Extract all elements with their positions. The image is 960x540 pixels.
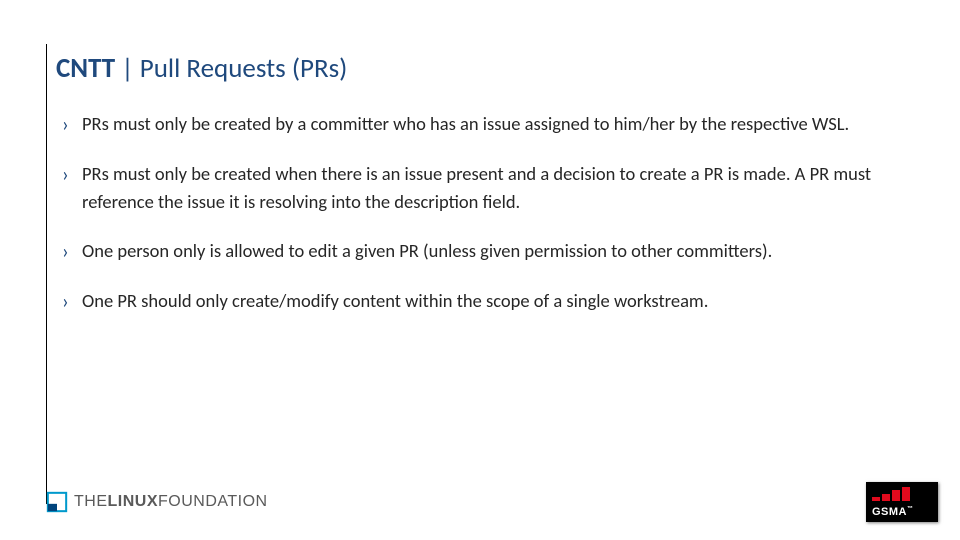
- list-item: One PR should only create/modify content…: [62, 287, 922, 315]
- list-item: PRs must only be created by a committer …: [62, 110, 922, 138]
- linux-foundation-logo: THELINUXFOUNDATION: [46, 491, 268, 513]
- slide-accent-rule: [46, 44, 47, 504]
- gsma-bars-icon: [872, 487, 932, 501]
- gsma-logo: GSMA™: [866, 482, 938, 522]
- title-rest: Pull Requests (PRs): [140, 52, 348, 85]
- title-bold: CNTT: [56, 52, 115, 85]
- slide-footer: THELINUXFOUNDATION GSMA™: [46, 482, 938, 522]
- title-separator: |: [115, 52, 140, 85]
- gsma-label: GSMA™: [872, 506, 932, 518]
- list-item: PRs must only be created when there is a…: [62, 160, 922, 216]
- slide-title: CNTT | Pull Requests (PRs): [56, 52, 347, 85]
- list-item: One person only is allowed to edit a giv…: [62, 237, 922, 265]
- linux-foundation-icon: [46, 491, 68, 513]
- bullet-list: PRs must only be created by a committer …: [62, 110, 922, 337]
- linux-foundation-text: THELINUXFOUNDATION: [74, 493, 268, 511]
